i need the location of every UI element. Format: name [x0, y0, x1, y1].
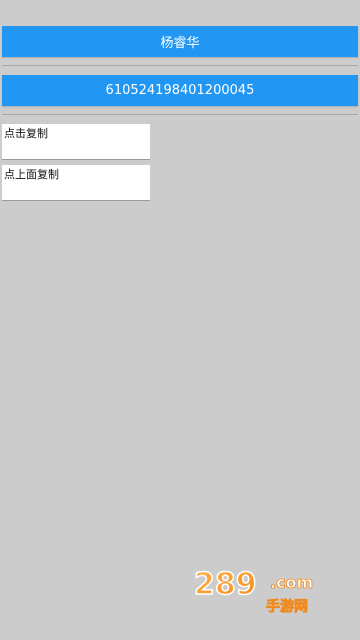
- svg-text:手游网: 手游网: [266, 598, 308, 615]
- watermark-logo: 289 .com 手游网: [192, 560, 342, 620]
- svg-text:289: 289: [194, 567, 257, 602]
- svg-text:.com: .com: [270, 573, 313, 592]
- copy-above-text[interactable]: 点上面复制: [2, 165, 150, 201]
- divider: [2, 114, 358, 115]
- divider: [2, 65, 358, 66]
- copy-hint-text[interactable]: 点击复制: [2, 124, 150, 160]
- name-button[interactable]: 杨睿华: [2, 26, 358, 57]
- app-screen: 杨睿华 610524198401200045 点击复制 点上面复制 289 .c…: [0, 0, 360, 640]
- id-number-button[interactable]: 610524198401200045: [2, 75, 358, 106]
